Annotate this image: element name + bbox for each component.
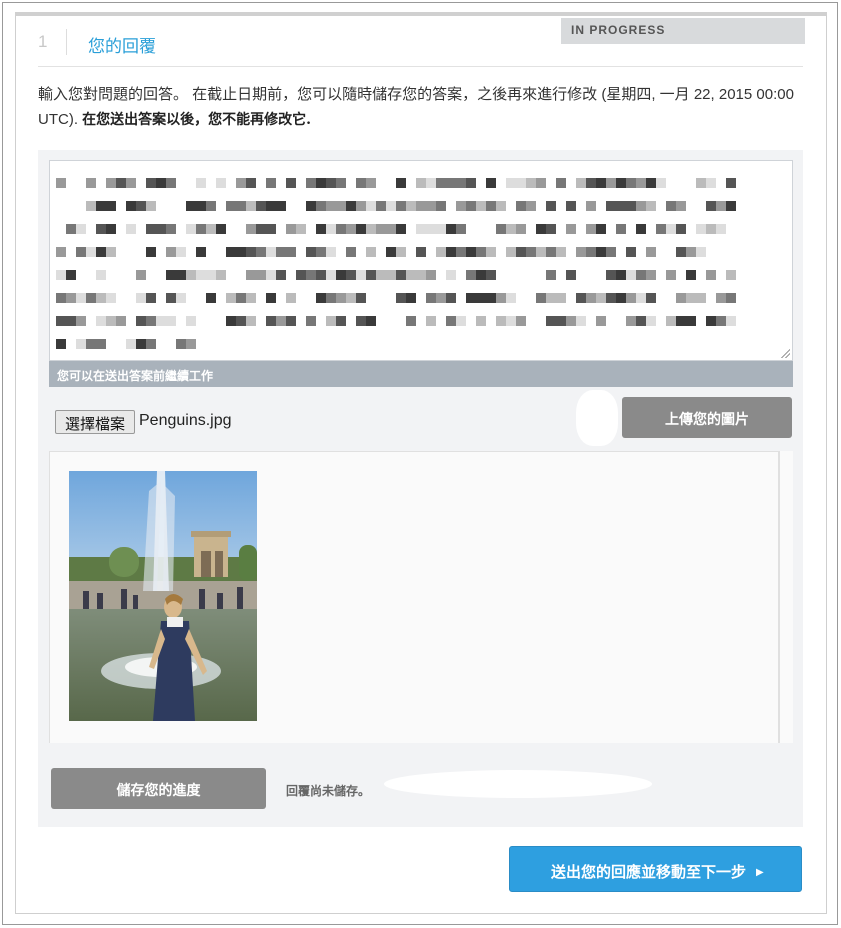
submit-response-button[interactable]: 送出您的回應並移動至下一步 ▶ [509, 846, 802, 892]
step-number: 1 [38, 32, 48, 51]
save-hint: 您可以在送出答案前繼續工作 [49, 361, 793, 387]
step-divider [66, 29, 67, 55]
redaction-patch [384, 770, 652, 798]
response-box: 您可以在送出答案前繼續工作 選擇檔案 Penguins.jpg 上傳您的圖片 儲… [38, 150, 803, 827]
caret-right-icon: ▶ [756, 867, 764, 878]
obscured-text-line [56, 313, 736, 326]
save-status: 回覆尚未儲存。 [286, 784, 371, 798]
uploaded-photo [69, 471, 257, 721]
redaction-patch [576, 390, 618, 446]
obscured-text-line [56, 244, 736, 257]
obscured-text-line [56, 175, 736, 188]
instructions: 輸入您對問題的回答。 在截止日期前，您可以隨時儲存您的答案，之後再來進行修改 (… [38, 82, 803, 133]
image-panel-scrollbar[interactable] [779, 451, 793, 743]
obscured-text-line [56, 221, 736, 234]
section-title: 您的回覆 [88, 37, 156, 56]
answer-textarea[interactable] [49, 160, 793, 361]
obscured-text-line [56, 267, 736, 280]
resize-grip-icon[interactable] [780, 348, 790, 358]
status-badge: IN PROGRESS [561, 18, 805, 44]
submit-label: 送出您的回應並移動至下一步 [551, 863, 747, 881]
selected-file-name: Penguins.jpg [139, 412, 232, 429]
obscured-text-line [56, 336, 196, 349]
save-progress-button[interactable]: 儲存您的進度 [51, 768, 266, 809]
header-divider [38, 66, 803, 67]
upload-image-button[interactable]: 上傳您的圖片 [622, 397, 792, 438]
obscured-text-line [56, 198, 736, 211]
choose-file-button[interactable]: 選擇檔案 [55, 410, 135, 434]
instructions-warning: 在您送出答案以後，您不能再修改它. [82, 112, 312, 128]
obscured-text-line [56, 290, 736, 303]
image-preview-panel [49, 451, 779, 743]
fountain-photo-image [69, 471, 257, 721]
